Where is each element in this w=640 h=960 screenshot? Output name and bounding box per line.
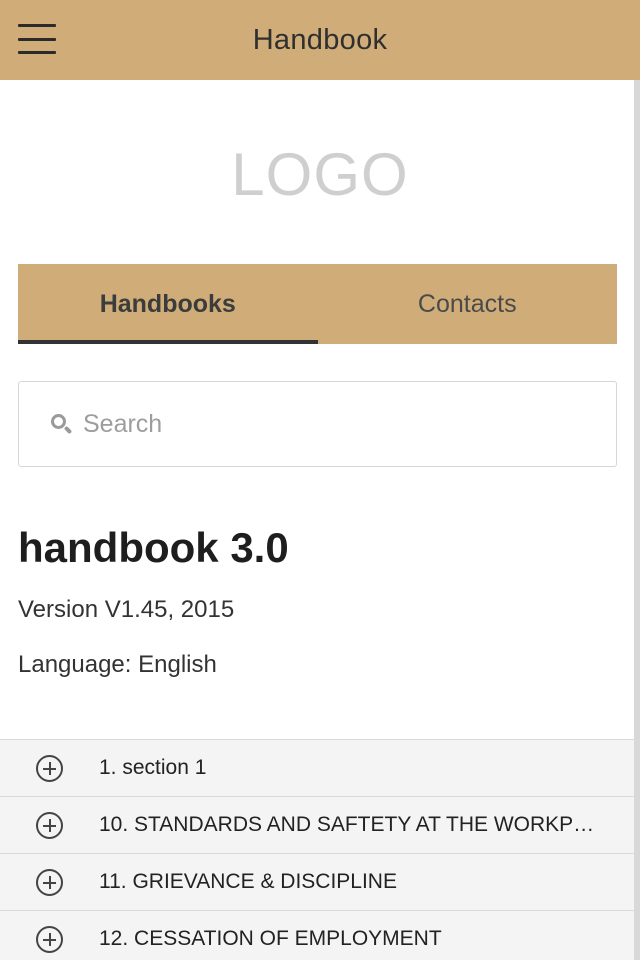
section-row[interactable]: 12. CESSATION OF EMPLOYMENT <box>0 911 634 960</box>
section-row[interactable]: 10. STANDARDS AND SAFTETY AT THE WORKPLA… <box>0 797 634 854</box>
menu-line <box>18 51 56 54</box>
logo: LOGO <box>231 141 409 208</box>
hamburger-menu-icon[interactable] <box>18 24 56 54</box>
handbook-language: Language: English <box>18 651 217 678</box>
section-list: 1. section 1 10. STANDARDS AND SAFTETY A… <box>0 739 634 960</box>
handbook-title: handbook 3.0 <box>18 524 289 571</box>
top-app-bar: Handbook <box>0 0 640 80</box>
section-row[interactable]: 1. section 1 <box>0 740 634 797</box>
expand-plus-icon[interactable] <box>36 925 63 953</box>
search-box[interactable] <box>18 381 617 467</box>
search-input[interactable] <box>83 409 563 439</box>
tab-handbooks[interactable]: Handbooks <box>18 264 318 344</box>
app-title: Handbook <box>252 23 388 56</box>
expand-plus-icon[interactable] <box>36 868 63 896</box>
app-screen: Handbook LOGO Handbooks Contacts handboo… <box>0 0 640 960</box>
search-icon <box>49 412 73 436</box>
scrollbar[interactable] <box>634 80 640 960</box>
expand-plus-icon[interactable] <box>36 754 63 782</box>
section-row[interactable]: 11. GRIEVANCE & DISCIPLINE <box>0 854 634 911</box>
tab-bar: Handbooks Contacts <box>18 264 617 344</box>
tab-contacts[interactable]: Contacts <box>318 264 618 344</box>
section-label: 10. STANDARDS AND SAFTETY AT THE WORKPLA… <box>99 813 599 836</box>
handbook-version: Version V1.45, 2015 <box>18 596 235 623</box>
expand-plus-icon[interactable] <box>36 811 63 839</box>
section-label: 1. section 1 <box>99 756 207 779</box>
menu-line <box>18 37 56 41</box>
section-label: 12. CESSATION OF EMPLOYMENT <box>99 927 442 950</box>
menu-line <box>18 24 56 27</box>
section-label: 11. GRIEVANCE & DISCIPLINE <box>99 870 397 893</box>
